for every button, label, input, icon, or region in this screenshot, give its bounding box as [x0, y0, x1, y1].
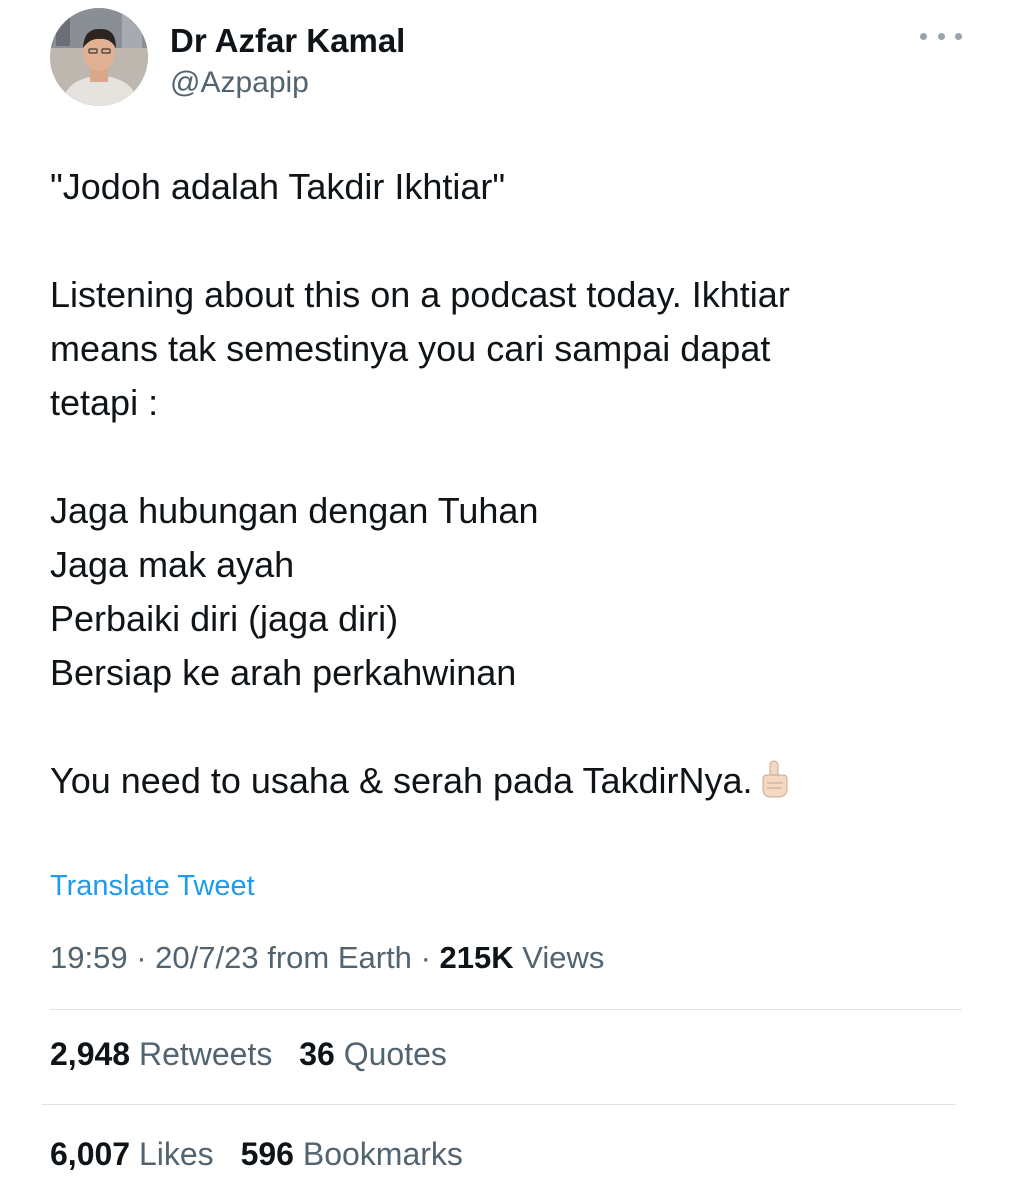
quotes-count: 36 [299, 1036, 335, 1072]
bookmarks-label: Bookmarks [302, 1136, 463, 1172]
retweets-count: 2,948 [50, 1036, 131, 1072]
tweet-line: "Jodoh adalah Takdir Ikhtiar" [50, 166, 506, 207]
tweet-line-final: You need to usaha & serah pada TakdirNya… [50, 754, 950, 808]
retweets-label: Retweets [138, 1036, 273, 1072]
author-name[interactable]: Dr Azfar Kamal [170, 22, 405, 60]
more-options-icon[interactable] [920, 26, 962, 46]
tweet-line: means tak semestinya you cari sampai dap… [50, 328, 771, 369]
likes-stat[interactable]: 6,007 Likes [50, 1136, 214, 1172]
retweets-stat[interactable]: 2,948 Retweets [50, 1036, 272, 1072]
tweet-header: Dr Azfar Kamal @Azpapip [50, 8, 970, 118]
translate-tweet-link[interactable]: Translate Tweet [50, 870, 255, 903]
bookmarks-stat[interactable]: 596 Bookmarks [241, 1136, 463, 1172]
tweet-line: tetapi : [50, 382, 159, 423]
dot [955, 32, 962, 40]
meta-separator: · [136, 940, 147, 975]
dot [937, 32, 945, 40]
stats-row-reposts: 2,948 Retweets 36 Quotes [50, 1036, 465, 1073]
tweet-line: Jaga mak ayah [50, 544, 295, 585]
tweet-source: from Earth [267, 940, 412, 975]
tweet-line: Perbaiki diri (jaga diri) [50, 598, 399, 639]
likes-label: Likes [138, 1136, 214, 1172]
stats-row-likes: 6,007 Likes 596 Bookmarks [50, 1136, 481, 1173]
divider [50, 1009, 962, 1010]
meta-separator: · [420, 940, 431, 975]
tweet-time[interactable]: 19:59 [50, 940, 128, 975]
avatar[interactable] [50, 8, 148, 106]
views-label: Views [522, 940, 605, 975]
bookmarks-count: 596 [240, 1136, 294, 1172]
tweet-line: Bersiap ke arah perkahwinan [50, 652, 517, 693]
quotes-stat[interactable]: 36 Quotes [299, 1036, 447, 1072]
pointing-up-icon [757, 759, 791, 814]
likes-count: 6,007 [50, 1136, 131, 1172]
dot [920, 32, 927, 40]
tweet-line-text: You need to usaha & serah pada TakdirNya… [50, 760, 753, 801]
tweet-line: Listening about this on a podcast today.… [50, 274, 790, 315]
divider [42, 1104, 956, 1105]
tweet-text: "Jodoh adalah Takdir Ikhtiar" Listening … [50, 160, 950, 808]
quotes-label: Quotes [343, 1036, 447, 1072]
tweet-line: Jaga hubungan dengan Tuhan [50, 490, 539, 531]
tweet-meta: 19:59 · 20/7/23 from Earth · 215K Views [50, 940, 604, 976]
author-handle[interactable]: @Azpapip [170, 66, 309, 100]
tweet-date[interactable]: 20/7/23 [155, 940, 258, 975]
views-count: 215K [439, 940, 514, 975]
